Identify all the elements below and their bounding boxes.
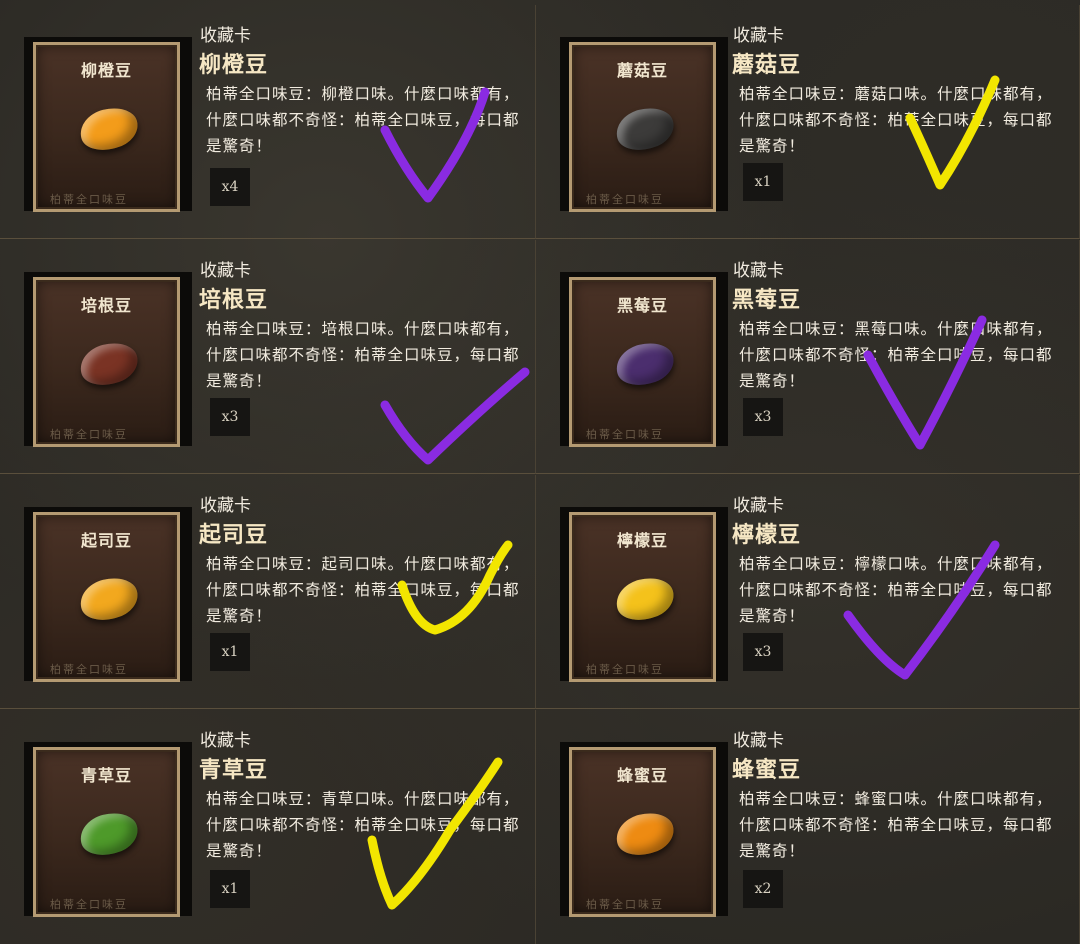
item-title: 起司豆 <box>199 523 269 548</box>
card-footer: 柏蒂全口味豆 <box>50 663 128 676</box>
bean-icon <box>612 337 678 391</box>
card-name: 青草豆 <box>80 766 132 785</box>
card-name: 蘑菇豆 <box>616 61 668 80</box>
card-frame: 柳橙豆 柏蒂全口味豆 <box>33 42 180 212</box>
card-image: 黑莓豆 柏蒂全口味豆 <box>560 272 728 447</box>
collection-item[interactable]: 檸檬豆 柏蒂全口味豆 x3 收藏卡 檸檬豆 柏蒂全口味豆：檸檬口味。什麼口味都有… <box>536 475 1080 709</box>
card-name: 起司豆 <box>80 531 132 550</box>
quantity-badge: x4 <box>210 168 250 206</box>
bean-icon <box>612 102 678 156</box>
card-frame: 起司豆 柏蒂全口味豆 <box>33 512 180 682</box>
quantity-badge: x1 <box>743 163 783 201</box>
card-footer: 柏蒂全口味豆 <box>586 428 664 441</box>
card-frame: 黑莓豆 柏蒂全口味豆 <box>569 277 716 447</box>
item-description: 柏蒂全口味豆：柳橙口味。什麼口味都有，什麼口味都不奇怪：柏蒂全口味豆，每口都是驚… <box>206 85 520 155</box>
bean-icon <box>612 807 678 861</box>
item-title: 柳橙豆 <box>199 53 269 78</box>
item-title: 檸檬豆 <box>732 523 802 548</box>
card-footer: 柏蒂全口味豆 <box>50 428 128 441</box>
bean-icon <box>76 102 142 156</box>
item-category: 收藏卡 <box>200 731 251 751</box>
collection-item[interactable]: 蘑菇豆 柏蒂全口味豆 x1 收藏卡 蘑菇豆 柏蒂全口味豆：蘑菇口味。什麼口味都有… <box>536 5 1080 239</box>
card-frame: 青草豆 柏蒂全口味豆 <box>33 747 180 917</box>
card-frame: 培根豆 柏蒂全口味豆 <box>33 277 180 447</box>
item-title: 黑莓豆 <box>732 288 802 313</box>
collection-item[interactable]: 青草豆 柏蒂全口味豆 x1 收藏卡 青草豆 柏蒂全口味豆：青草口味。什麼口味都有… <box>0 710 536 944</box>
item-description: 柏蒂全口味豆：起司口味。什麼口味都有，什麼口味都不奇怪：柏蒂全口味豆，每口都是驚… <box>206 555 520 625</box>
card-frame: 蜂蜜豆 柏蒂全口味豆 <box>569 747 716 917</box>
item-category: 收藏卡 <box>200 496 251 516</box>
card-name: 蜂蜜豆 <box>616 766 668 785</box>
item-description: 柏蒂全口味豆：黑莓口味。什麼口味都有，什麼口味都不奇怪：柏蒂全口味豆，每口都是驚… <box>739 320 1053 390</box>
card-image: 起司豆 柏蒂全口味豆 <box>24 507 192 682</box>
item-category: 收藏卡 <box>733 731 784 751</box>
item-description: 柏蒂全口味豆：青草口味。什麼口味都有，什麼口味都不奇怪：柏蒂全口味豆，每口都是驚… <box>206 790 520 860</box>
quantity-badge: x3 <box>743 398 783 436</box>
item-description: 柏蒂全口味豆：蜂蜜口味。什麼口味都有，什麼口味都不奇怪：柏蒂全口味豆，每口都是驚… <box>739 790 1053 860</box>
item-title: 蜂蜜豆 <box>732 758 802 783</box>
quantity-badge: x3 <box>210 398 250 436</box>
collection-item[interactable]: 柳橙豆 柏蒂全口味豆 x4 收藏卡 柳橙豆 柏蒂全口味豆：柳橙口味。什麼口味都有… <box>0 5 536 239</box>
item-category: 收藏卡 <box>733 26 784 46</box>
card-name: 黑莓豆 <box>616 296 668 315</box>
card-image: 青草豆 柏蒂全口味豆 <box>24 742 192 917</box>
bean-icon <box>76 807 142 861</box>
item-category: 收藏卡 <box>200 26 251 46</box>
quantity-badge: x1 <box>210 633 250 671</box>
item-description: 柏蒂全口味豆：檸檬口味。什麼口味都有，什麼口味都不奇怪：柏蒂全口味豆，每口都是驚… <box>739 555 1053 625</box>
bean-icon <box>76 337 142 391</box>
item-title: 培根豆 <box>199 288 269 313</box>
card-image: 檸檬豆 柏蒂全口味豆 <box>560 507 728 682</box>
card-image: 蜂蜜豆 柏蒂全口味豆 <box>560 742 728 917</box>
bean-icon <box>76 572 142 626</box>
quantity-badge: x2 <box>743 870 783 908</box>
collection-grid: 柳橙豆 柏蒂全口味豆 x4 收藏卡 柳橙豆 柏蒂全口味豆：柳橙口味。什麼口味都有… <box>0 0 1080 944</box>
item-description: 柏蒂全口味豆：培根口味。什麼口味都有，什麼口味都不奇怪：柏蒂全口味豆，每口都是驚… <box>206 320 520 390</box>
card-name: 柳橙豆 <box>80 61 132 80</box>
item-title: 青草豆 <box>199 758 269 783</box>
card-frame: 檸檬豆 柏蒂全口味豆 <box>569 512 716 682</box>
card-name: 培根豆 <box>80 296 132 315</box>
item-title: 蘑菇豆 <box>732 53 802 78</box>
quantity-badge: x1 <box>210 870 250 908</box>
card-frame: 蘑菇豆 柏蒂全口味豆 <box>569 42 716 212</box>
card-footer: 柏蒂全口味豆 <box>586 193 664 206</box>
collection-item[interactable]: 黑莓豆 柏蒂全口味豆 x3 收藏卡 黑莓豆 柏蒂全口味豆：黑莓口味。什麼口味都有… <box>536 240 1080 474</box>
collection-item[interactable]: 蜂蜜豆 柏蒂全口味豆 x2 收藏卡 蜂蜜豆 柏蒂全口味豆：蜂蜜口味。什麼口味都有… <box>536 710 1080 944</box>
item-category: 收藏卡 <box>200 261 251 281</box>
collection-item[interactable]: 培根豆 柏蒂全口味豆 x3 收藏卡 培根豆 柏蒂全口味豆：培根口味。什麼口味都有… <box>0 240 536 474</box>
card-footer: 柏蒂全口味豆 <box>586 663 664 676</box>
card-image: 蘑菇豆 柏蒂全口味豆 <box>560 37 728 212</box>
card-image: 柳橙豆 柏蒂全口味豆 <box>24 37 192 212</box>
collection-item[interactable]: 起司豆 柏蒂全口味豆 x1 收藏卡 起司豆 柏蒂全口味豆：起司口味。什麼口味都有… <box>0 475 536 709</box>
card-footer: 柏蒂全口味豆 <box>586 898 664 911</box>
card-image: 培根豆 柏蒂全口味豆 <box>24 272 192 447</box>
bean-icon <box>612 572 678 626</box>
card-footer: 柏蒂全口味豆 <box>50 898 128 911</box>
quantity-badge: x3 <box>743 633 783 671</box>
item-category: 收藏卡 <box>733 261 784 281</box>
item-description: 柏蒂全口味豆：蘑菇口味。什麼口味都有，什麼口味都不奇怪：柏蒂全口味豆，每口都是驚… <box>739 85 1053 155</box>
item-category: 收藏卡 <box>733 496 784 516</box>
card-footer: 柏蒂全口味豆 <box>50 193 128 206</box>
card-name: 檸檬豆 <box>616 531 668 550</box>
